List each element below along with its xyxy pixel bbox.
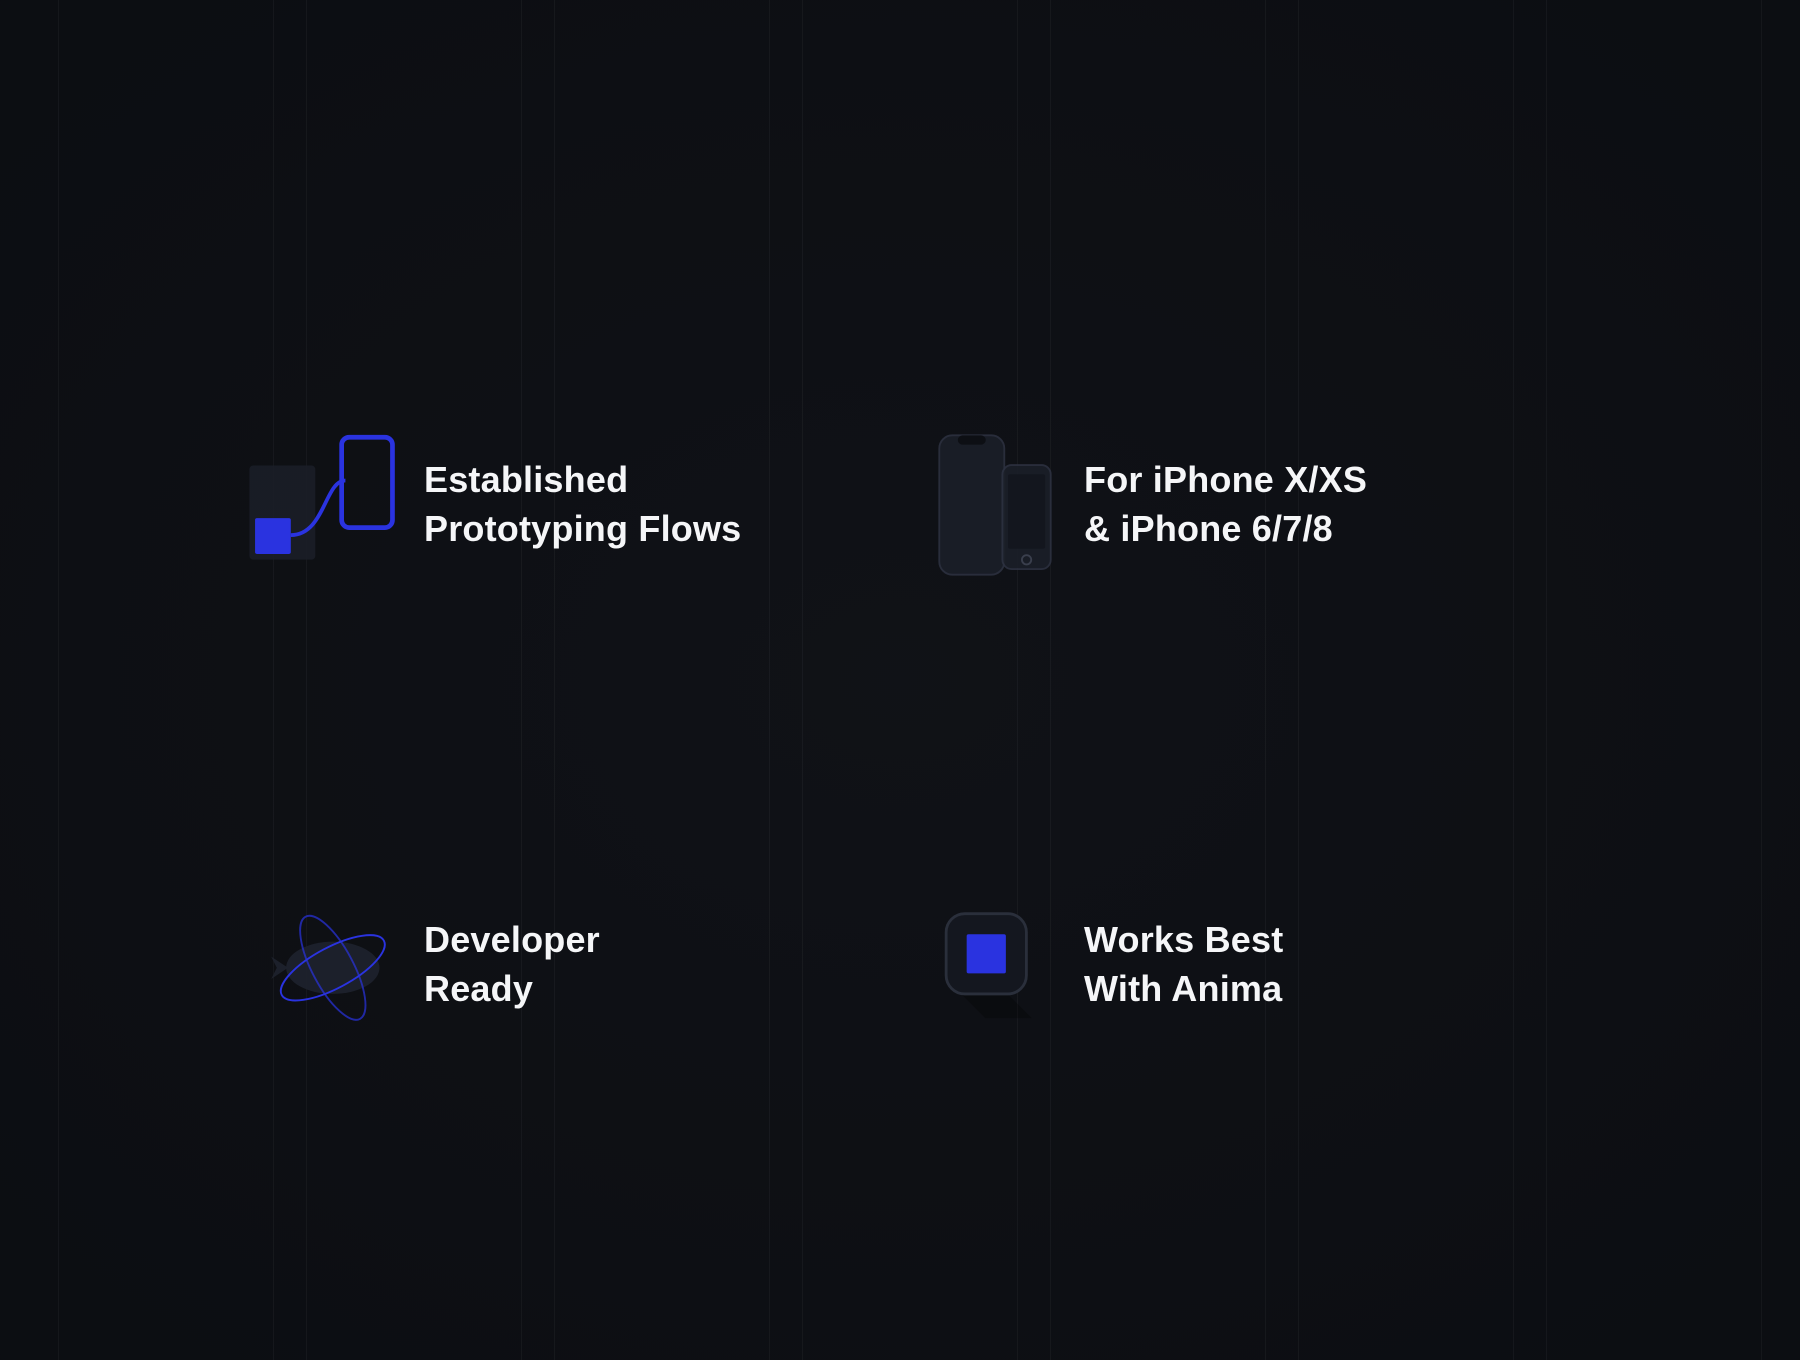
feature-title: Established Prototyping Flows bbox=[424, 456, 741, 553]
feature-title-line2: Prototyping Flows bbox=[424, 505, 741, 554]
feature-iphone-compat: For iPhone X/XS & iPhone 6/7/8 bbox=[930, 430, 1530, 580]
feature-title-line2: & iPhone 6/7/8 bbox=[1084, 505, 1367, 554]
anima-square-icon bbox=[930, 890, 1060, 1040]
feature-title-line1: Established bbox=[424, 456, 741, 505]
iphones-icon bbox=[930, 430, 1060, 580]
feature-title: Works Best With Anima bbox=[1084, 916, 1283, 1013]
feature-title-line1: For iPhone X/XS bbox=[1084, 456, 1367, 505]
feature-prototyping-flows: Established Prototyping Flows bbox=[270, 430, 870, 580]
blimp-orbit-icon bbox=[270, 890, 400, 1040]
feature-title-line2: With Anima bbox=[1084, 965, 1283, 1014]
features-grid: Established Prototyping Flows For iPhone… bbox=[270, 430, 1530, 1040]
feature-title: Developer Ready bbox=[424, 916, 600, 1013]
feature-title-line1: Works Best bbox=[1084, 916, 1283, 965]
feature-title: For iPhone X/XS & iPhone 6/7/8 bbox=[1084, 456, 1367, 553]
feature-title-line1: Developer bbox=[424, 916, 600, 965]
flow-artboards-icon bbox=[270, 430, 400, 580]
feature-title-line2: Ready bbox=[424, 965, 600, 1014]
feature-developer-ready: Developer Ready bbox=[270, 890, 870, 1040]
feature-works-with-anima: Works Best With Anima bbox=[930, 890, 1530, 1040]
